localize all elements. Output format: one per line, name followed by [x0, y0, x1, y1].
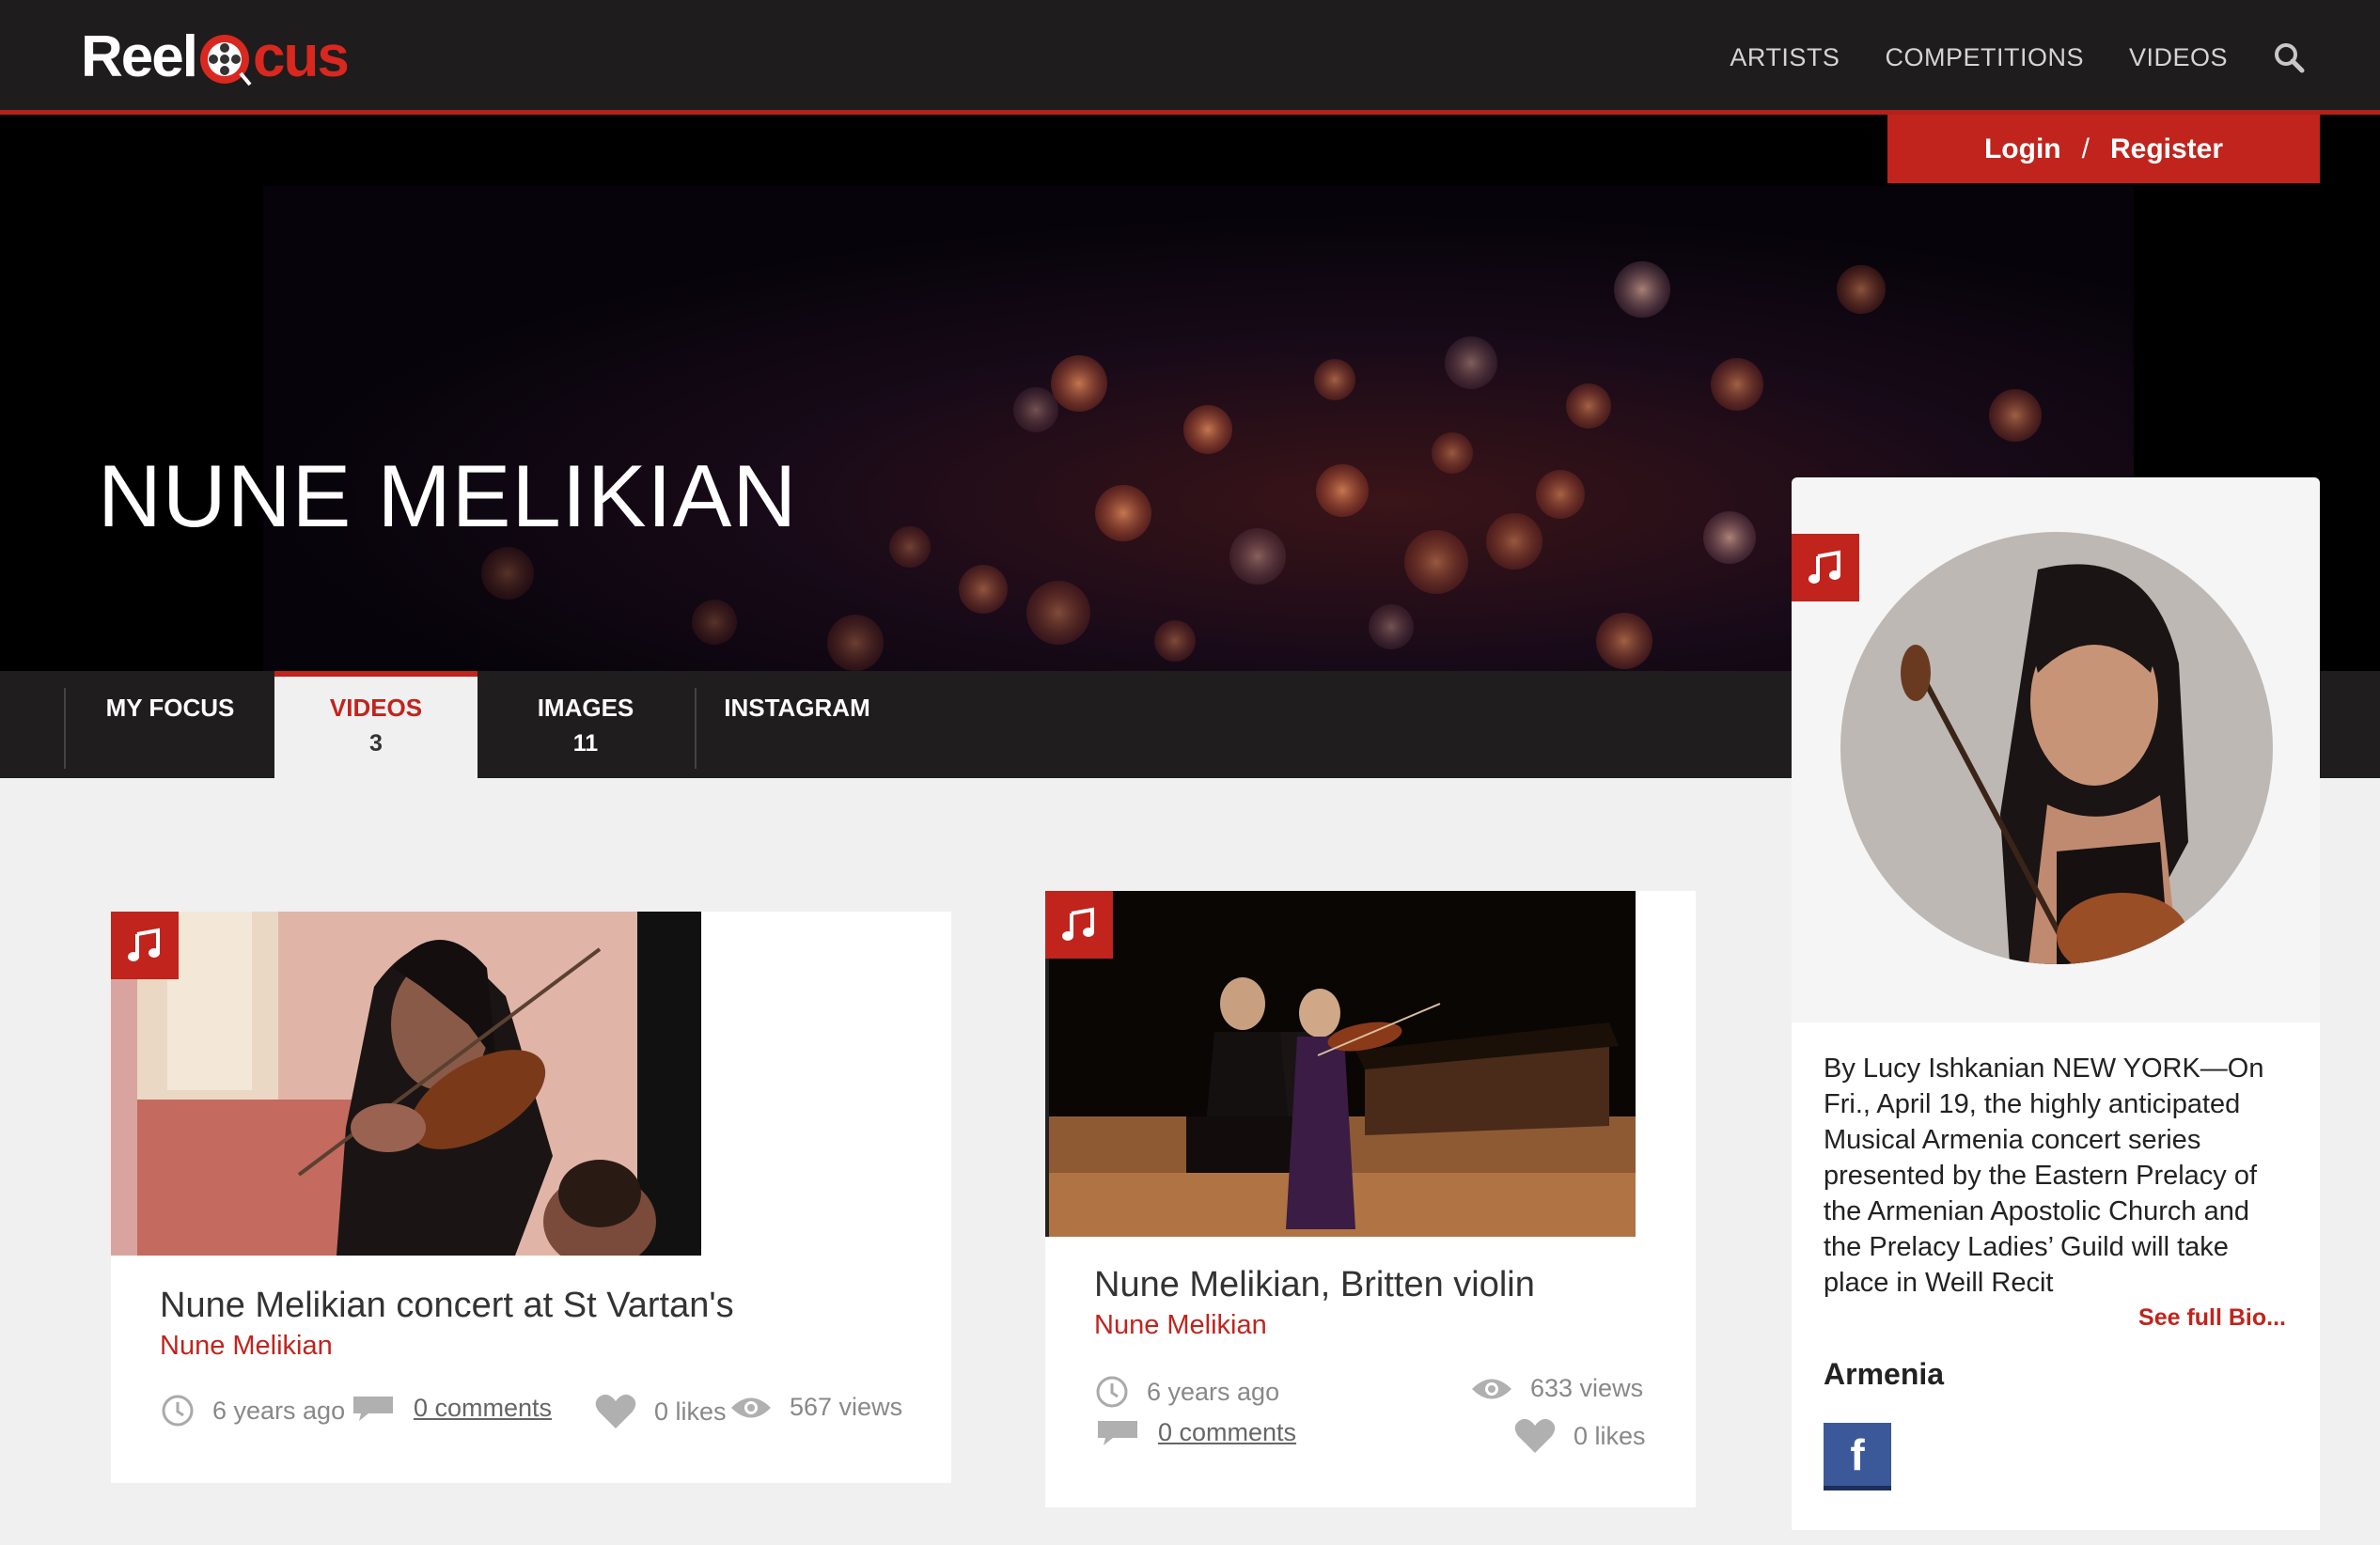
- top-navigation-bar: Reel cus ARTISTS COMPETITIONS VIDEOS: [0, 0, 2380, 115]
- tab-label: MY FOCUS: [105, 694, 235, 722]
- video-age-text: 6 years ago: [212, 1396, 346, 1425]
- video-likes: 0 likes: [1513, 1417, 1646, 1455]
- video-thumbnail[interactable]: [111, 912, 701, 1256]
- video-comments: 0 comments: [350, 1393, 552, 1423]
- violinist-thumbnail-image: [111, 912, 701, 1256]
- artist-bio-text: By Lucy Ishkanian NEW YORK—On Fri., Apri…: [1824, 1053, 2264, 1298]
- artist-country: Armenia: [1824, 1357, 1945, 1391]
- video-comments-link[interactable]: 0 comments: [1158, 1418, 1296, 1447]
- nav-competitions[interactable]: COMPETITIONS: [1885, 43, 2084, 72]
- video-artist-link[interactable]: Nune Melikian: [1094, 1310, 1267, 1341]
- register-link[interactable]: Register: [2110, 133, 2223, 165]
- reelfocus-logo[interactable]: Reel cus: [81, 19, 350, 96]
- music-note-icon: [1808, 550, 1840, 584]
- tab-label: INSTAGRAM: [724, 694, 870, 722]
- tab-images[interactable]: IMAGES 11: [478, 671, 694, 778]
- tab-count: 11: [572, 730, 599, 757]
- tab-instagram[interactable]: INSTAGRAM: [697, 671, 897, 778]
- film-reel-icon: [199, 35, 252, 86]
- video-likes-text: 0 likes: [654, 1397, 727, 1426]
- video-views-text: 633 views: [1530, 1374, 1644, 1402]
- login-link[interactable]: Login: [1984, 133, 2061, 165]
- facebook-button[interactable]: f: [1824, 1423, 1891, 1490]
- see-full-bio-link[interactable]: See full Bio...: [2138, 1304, 2286, 1332]
- facebook-icon: f: [1850, 1429, 1865, 1479]
- music-note-icon: [1062, 907, 1094, 941]
- video-thumbnail[interactable]: [1045, 891, 1636, 1237]
- logo-text-cus: cus: [252, 24, 350, 89]
- video-comments: 0 comments: [1094, 1417, 1296, 1447]
- violin-piano-thumbnail-image: [1045, 891, 1636, 1237]
- video-views-text: 567 views: [790, 1393, 903, 1421]
- tab-my-focus[interactable]: MY FOCUS: [66, 671, 274, 778]
- eye-icon: [1472, 1379, 1511, 1398]
- clock-icon: [1096, 1376, 1128, 1408]
- clock-icon: [162, 1395, 194, 1427]
- heart-icon[interactable]: [594, 1393, 637, 1430]
- eye-icon: [731, 1397, 771, 1417]
- main-nav: ARTISTS COMPETITIONS VIDEOS: [1730, 0, 2305, 115]
- video-age-text: 6 years ago: [1147, 1377, 1280, 1406]
- video-age: 6 years ago: [160, 1393, 345, 1428]
- comment-icon: [1098, 1421, 1137, 1445]
- tab-count: 3: [369, 730, 383, 757]
- video-title-link[interactable]: Nune Melikian concert at St Vartan's: [160, 1286, 734, 1326]
- video-comments-link[interactable]: 0 comments: [414, 1394, 552, 1423]
- video-views: 567 views: [729, 1393, 902, 1422]
- artist-avatar: [1840, 532, 2273, 964]
- nav-artists[interactable]: ARTISTS: [1730, 43, 1840, 72]
- video-age: 6 years ago: [1094, 1374, 1279, 1410]
- search-icon[interactable]: [2273, 41, 2305, 73]
- tab-videos[interactable]: VIDEOS 3: [274, 671, 478, 778]
- tab-divider: [695, 688, 697, 769]
- login-register-bar: Login / Register: [1887, 115, 2320, 183]
- comment-icon: [353, 1397, 393, 1421]
- video-likes: 0 likes: [594, 1393, 727, 1430]
- video-likes-text: 0 likes: [1574, 1421, 1646, 1450]
- music-category-badge: [1792, 534, 1859, 601]
- nav-videos[interactable]: VIDEOS: [2129, 43, 2228, 72]
- auth-separator: /: [2081, 133, 2090, 164]
- music-category-badge: [111, 912, 179, 979]
- tab-label: IMAGES: [537, 694, 634, 722]
- tab-label: VIDEOS: [329, 694, 423, 722]
- music-category-badge: [1045, 891, 1113, 959]
- music-note-icon: [128, 928, 160, 961]
- video-artist-link[interactable]: Nune Melikian: [160, 1331, 333, 1362]
- artist-portrait-image: [1840, 532, 2273, 964]
- artist-name-heading: NUNE MELIKIAN: [98, 446, 798, 545]
- video-title-link[interactable]: Nune Melikian, Britten violin: [1094, 1265, 1535, 1305]
- logo-text-reel: Reel: [81, 24, 198, 89]
- video-views: 633 views: [1470, 1374, 1643, 1403]
- heart-icon[interactable]: [1513, 1417, 1557, 1455]
